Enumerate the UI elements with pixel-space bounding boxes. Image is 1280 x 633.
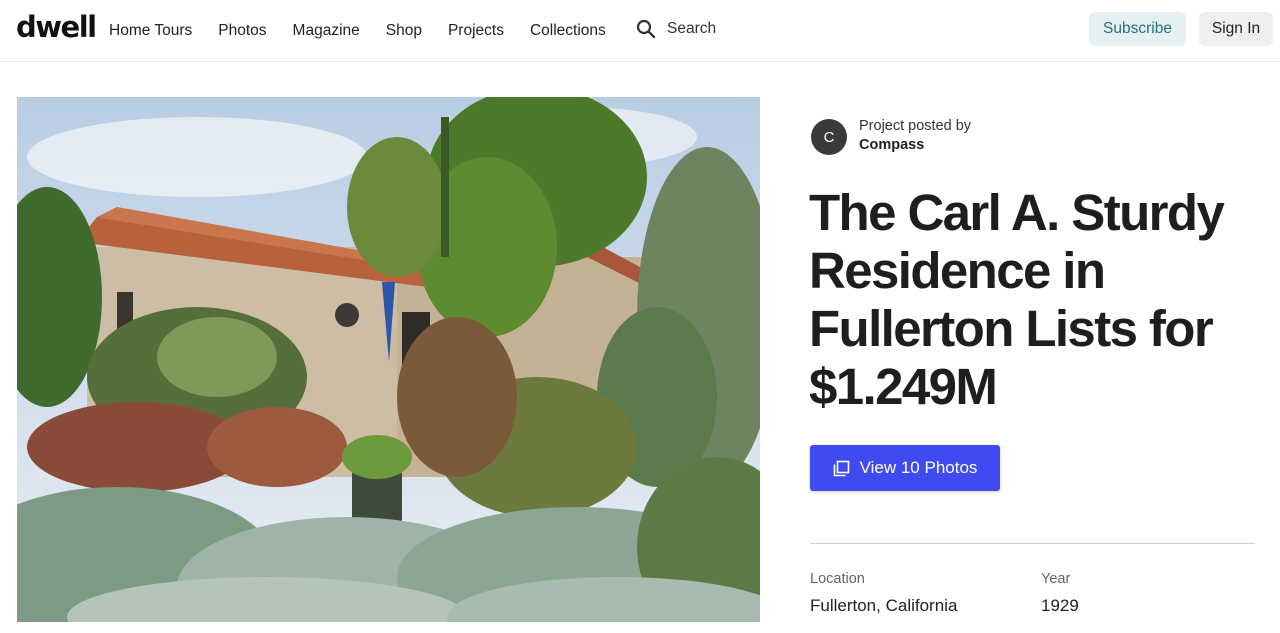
year-label: Year — [1041, 571, 1071, 587]
dwell-logo[interactable]: dwell — [16, 10, 97, 44]
search-button[interactable]: Search — [636, 17, 716, 41]
nav-collections[interactable]: Collections — [530, 22, 606, 40]
site-header: dwell Home Tours Photos Magazine Shop Pr… — [0, 0, 1280, 62]
year-detail: Year 1929 — [1041, 571, 1079, 616]
nav-photos[interactable]: Photos — [218, 22, 266, 40]
nav-home-tours[interactable]: Home Tours — [109, 22, 192, 40]
location-detail: Location Fullerton, California — [810, 571, 957, 616]
poster-text: Project posted by Compass — [859, 117, 971, 155]
project-poster[interactable]: C Project posted by Compass — [811, 116, 971, 155]
location-value[interactable]: Fullerton, California — [810, 596, 957, 616]
page-title: The Carl A. Sturdy Residence in Fullerto… — [809, 184, 1225, 415]
nav-magazine[interactable]: Magazine — [293, 22, 360, 40]
nav-shop[interactable]: Shop — [386, 22, 422, 40]
house-photo — [17, 97, 760, 622]
location-label: Location — [810, 571, 865, 587]
search-label: Search — [667, 20, 717, 37]
avatar[interactable]: C — [811, 119, 847, 155]
view-photos-label: View 10 Photos — [859, 458, 978, 477]
view-photos-button[interactable]: View 10 Photos — [810, 445, 1000, 491]
nav-projects[interactable]: Projects — [448, 22, 504, 40]
divider — [810, 543, 1255, 544]
search-icon — [636, 19, 656, 39]
hero-image[interactable] — [17, 97, 760, 622]
photo-stack-icon — [833, 460, 849, 476]
sign-in-button[interactable]: Sign In — [1199, 12, 1273, 46]
poster-name-link[interactable]: Compass — [859, 136, 971, 155]
poster-label: Project posted by — [859, 117, 972, 134]
subscribe-button[interactable]: Subscribe — [1089, 12, 1186, 46]
year-value: 1929 — [1041, 596, 1079, 615]
main-nav: Home Tours Photos Magazine Shop Projects… — [109, 0, 632, 62]
